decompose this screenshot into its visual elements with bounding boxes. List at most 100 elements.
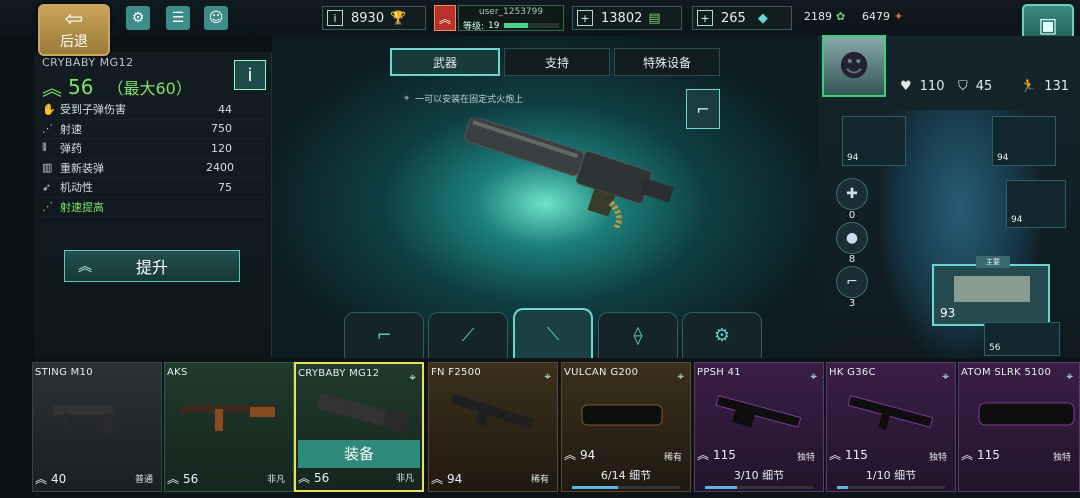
rank-chevron-icon: ︽ xyxy=(167,472,180,486)
primary-tag: 主要 xyxy=(976,256,1010,268)
heart-icon: ♥ xyxy=(900,79,912,94)
bonus-icon: ⋰ xyxy=(42,200,53,214)
health-stat: ♥ 110 xyxy=(900,79,945,94)
rank-chevron-icon: ︽ xyxy=(42,76,62,100)
medkit-icon: ✚ xyxy=(836,178,868,210)
hint-text: ⌖ 一可以安装在固定式火炮上 xyxy=(404,93,524,106)
crystal-icon: ◆ xyxy=(757,10,768,26)
weapon-card[interactable]: FN F2500 ⌖ ︽ 94 稀有 xyxy=(428,362,558,492)
add-icon[interactable]: + xyxy=(697,10,713,26)
info-button[interactable]: i xyxy=(234,60,266,90)
armor-stat: ⛉ 45 xyxy=(958,79,993,94)
stat-row: ⋰ 射速提高 xyxy=(42,198,266,217)
username: user_1253799 xyxy=(478,7,544,17)
weapon-level: ︽ 56 （最大60） xyxy=(42,72,192,101)
credits-value: 265 xyxy=(721,10,746,26)
cash-stack-icon: ▤ xyxy=(648,10,661,26)
info-square-icon[interactable]: i xyxy=(327,10,343,26)
grenade-slot[interactable]: ● 8 xyxy=(836,222,868,265)
stat-row: ✋ 受到子弹伤害 44 xyxy=(42,100,266,120)
helmet-slot[interactable]: 94 xyxy=(992,116,1056,166)
rank-chevron-icon: ︽ xyxy=(78,259,92,275)
crosshair-icon: ⌖ xyxy=(677,369,684,383)
primary-weapon-slot[interactable]: 主要 93 xyxy=(932,256,1050,326)
cash-value: 13802 xyxy=(601,10,643,26)
weapon-slot-button[interactable]: ⌐ xyxy=(686,89,720,129)
tab-launchers[interactable]: ⟠ xyxy=(598,312,678,358)
tab-weapons[interactable]: 武器 xyxy=(390,48,500,76)
tab-shotguns[interactable]: ⟋ xyxy=(428,312,508,358)
rank-chevron-icon: ︽ xyxy=(961,448,974,462)
parts-progress-bar xyxy=(572,486,680,489)
weapon-card[interactable]: AKS ︽ 56 非凡 xyxy=(164,362,294,492)
rank-chevron-icon: ︽ xyxy=(35,472,48,486)
sidearm-slot[interactable]: ⌐ 3 xyxy=(836,266,868,309)
friends-icon[interactable]: ☺ xyxy=(204,6,228,30)
rank-chevron-icon: ︽ xyxy=(431,472,444,486)
rank-chevron-icon: ︽ xyxy=(564,448,577,462)
user-level-box[interactable]: user_1253799 等级: 19 xyxy=(458,5,564,32)
tab-special-weapons[interactable]: ⚙ xyxy=(682,312,762,358)
back-arrow-icon: ⇦ xyxy=(64,7,84,32)
rank-chevron-icon: ︽ xyxy=(434,5,456,31)
slot-level: 94 xyxy=(1011,215,1023,225)
vehicle-slot[interactable]: 94 xyxy=(842,116,906,166)
vest-slot[interactable]: 94 xyxy=(1006,180,1066,228)
list-icon[interactable]: ☰ xyxy=(166,6,190,30)
crosshair-icon: ⌖ xyxy=(810,369,817,383)
stat-row: ▥ 重新装弹 2400 xyxy=(42,159,266,178)
primary-weapon-image xyxy=(954,276,1030,302)
running-icon: 🏃 xyxy=(1020,79,1037,94)
crosshair-icon: ⌖ xyxy=(942,369,949,383)
minigun-image xyxy=(464,118,674,228)
stats-list: ✋ 受到子弹伤害 44 ⋰ 射速 750 ⦀ 弹药 120 ▥ 重新装弹 2400 ➶ 机动性 75… xyxy=(42,100,266,217)
upgrade-button[interactable]: ︽ 提升 xyxy=(64,250,240,282)
weapon-card[interactable]: ATOM SLRK 5100 ⌖ ︽ 115 独特 xyxy=(958,362,1080,492)
rank-chevron-icon: ︽ xyxy=(829,448,842,462)
crosshair-icon: ⌖ xyxy=(1066,369,1073,383)
credits-counter[interactable]: + 265 ◆ xyxy=(692,6,792,30)
back-button[interactable]: ⇦ 后退 xyxy=(38,4,110,56)
avatar[interactable]: ☻ xyxy=(822,35,886,97)
grenade-icon: ● xyxy=(836,222,868,254)
parts-progress-bar xyxy=(705,486,813,489)
stat-row: ➶ 机动性 75 xyxy=(42,178,266,198)
rank-chevron-icon: ︽ xyxy=(298,471,311,485)
weapon-card[interactable]: PPSH 41 ⌖ ︽ 115 独特 3/10 细节 xyxy=(694,362,824,492)
equip-button[interactable]: 装备 xyxy=(298,440,420,468)
weapon-card-selected[interactable]: CRYBABY MG12 ⌖ 装备 ︽ 56 非凡 xyxy=(294,362,424,492)
ammo-icon: ⦀ xyxy=(42,141,47,155)
back-label: 后退 xyxy=(60,34,88,50)
resource-2: 6479 ✦ xyxy=(862,10,904,23)
slot-level: 93 xyxy=(940,306,956,320)
crosshair-icon: ⌖ xyxy=(544,369,551,383)
cash-counter[interactable]: + 13802 ▤ xyxy=(572,6,682,30)
trophy-icon: 🏆 xyxy=(390,10,407,26)
slot-level: 56 xyxy=(989,343,1001,353)
gear-part-icon: ✦ xyxy=(894,10,904,23)
tab-special-equipment[interactable]: 特殊设备 xyxy=(614,48,720,76)
level-value: 19 xyxy=(488,20,500,31)
gold-counter: i 8930 🏆 xyxy=(322,6,426,30)
stat-row: ⋰ 射速 750 xyxy=(42,120,266,139)
tab-support[interactable]: 支持 xyxy=(504,48,610,76)
max-level: （最大60） xyxy=(107,78,192,98)
secondary-weapon-slot[interactable]: 56 xyxy=(984,322,1060,356)
mobility-icon: ➶ xyxy=(42,180,52,194)
xp-progress-bar xyxy=(503,23,559,28)
damage-icon: ✋ xyxy=(42,102,56,116)
weapon-card[interactable]: VULCAN G200 ⌖ ︽ 94 稀有 6/14 细节 xyxy=(561,362,691,492)
add-icon[interactable]: + xyxy=(577,10,593,26)
weapon-card[interactable]: STING M10 ︽ 40 普通 xyxy=(32,362,162,492)
pistol-icon: ⌐ xyxy=(836,266,868,298)
crosshair-icon: ⌖ xyxy=(404,93,410,104)
weapon-card[interactable]: HK G36C ⌖ ︽ 115 独特 1/10 细节 xyxy=(826,362,956,492)
shield-icon: ⛉ xyxy=(958,79,968,94)
medkit-slot[interactable]: ✚ 0 xyxy=(836,178,868,221)
settings-gear-icon[interactable]: ⚙ xyxy=(126,6,150,30)
stat-row: ⦀ 弹药 120 xyxy=(42,139,266,159)
tab-machine-guns[interactable]: ⟍ xyxy=(513,308,593,358)
tab-pistols[interactable]: ⌐ xyxy=(344,312,424,358)
plant-icon: ✿ xyxy=(836,10,846,23)
gold-value: 8930 xyxy=(351,10,385,26)
